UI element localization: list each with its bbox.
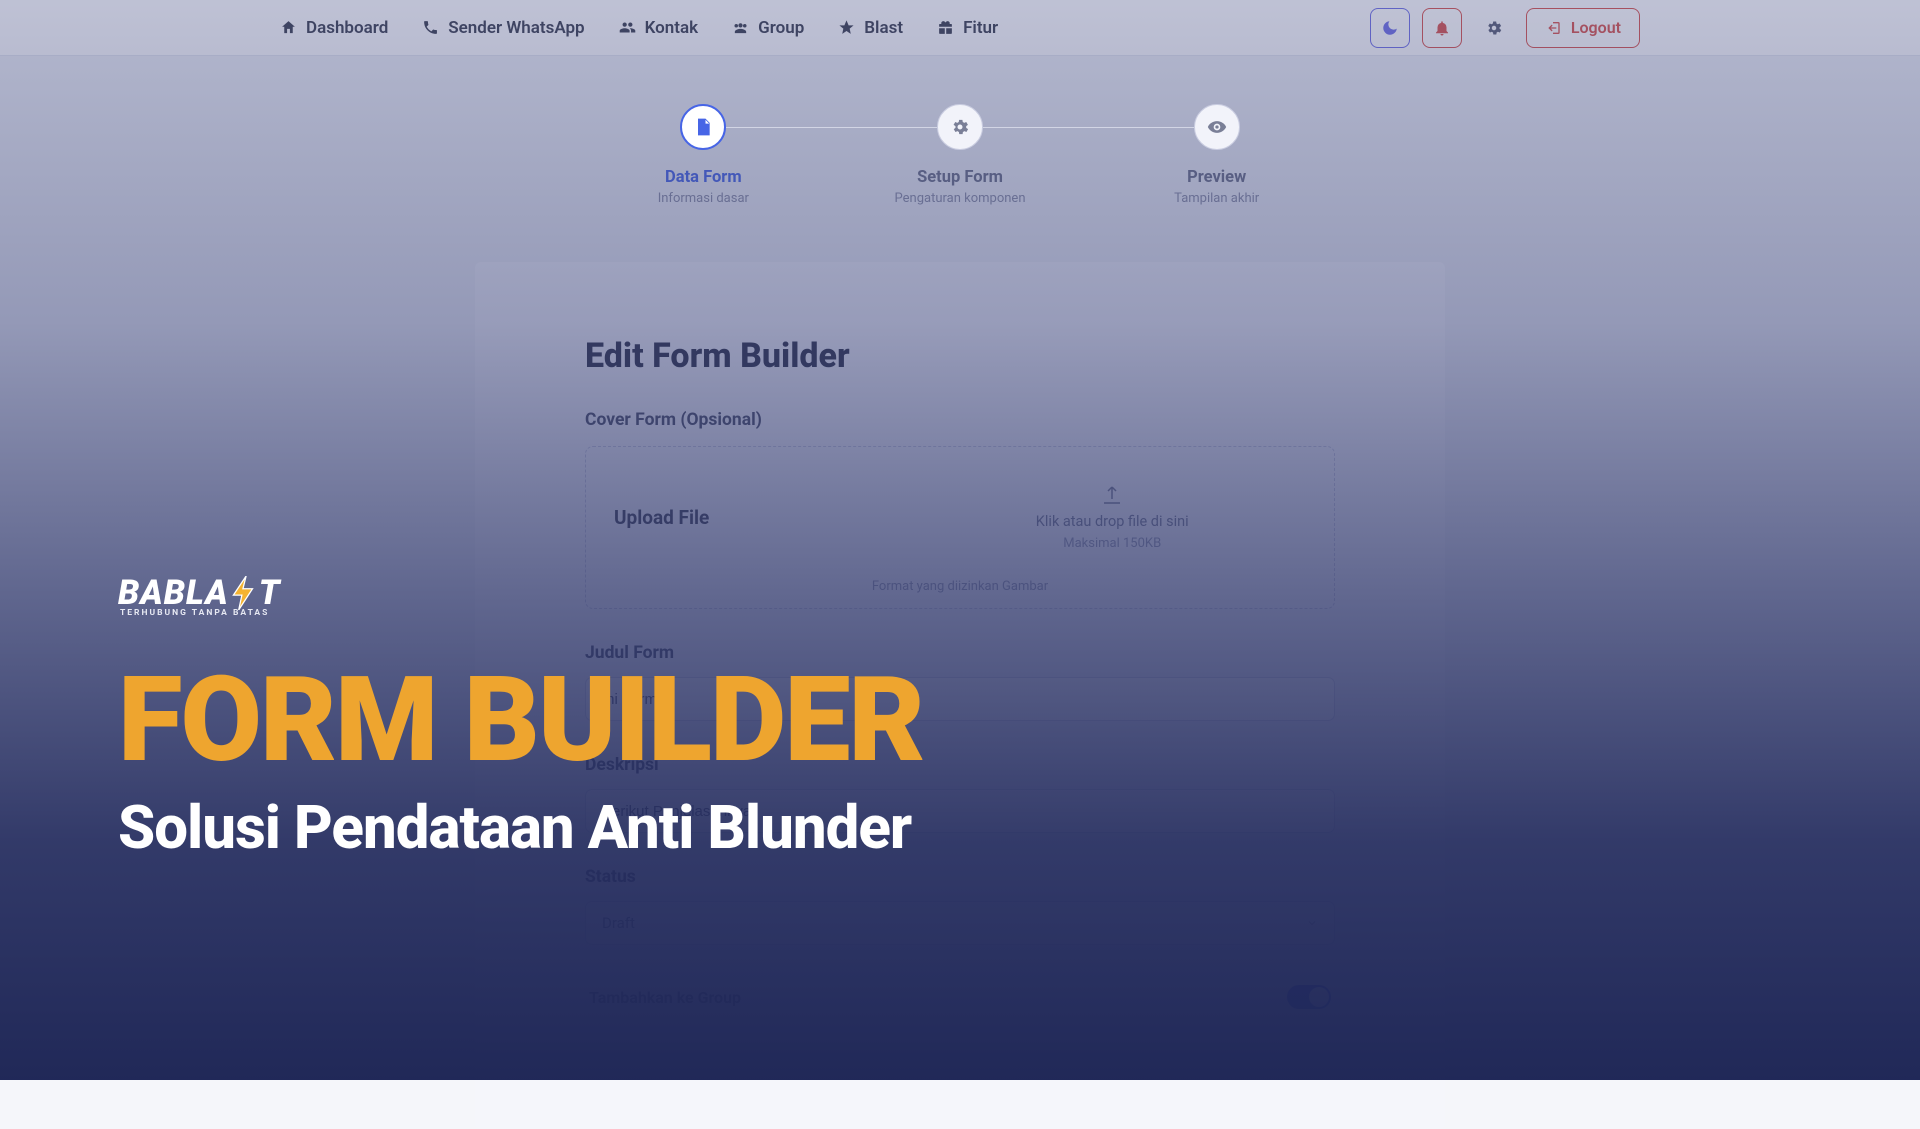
status-label: Status	[585, 867, 1335, 887]
app-screenshot: Dashboard Sender WhatsApp Kontak Group B…	[0, 0, 1920, 1080]
step-sub: Tampilan akhir	[1174, 191, 1259, 206]
step-setup-form[interactable]: Setup Form Pengaturan komponen	[832, 104, 1089, 206]
step-title: Data Form	[665, 168, 742, 187]
step-sub: Informasi dasar	[658, 191, 749, 206]
navbar: Dashboard Sender WhatsApp Kontak Group B…	[0, 0, 1920, 56]
page-title: Edit Form Builder	[585, 336, 1335, 376]
settings-button[interactable]	[1474, 8, 1514, 48]
step-circle	[680, 104, 726, 150]
chevron-down-icon	[1306, 917, 1318, 929]
step-title: Setup Form	[917, 168, 1003, 187]
upload-title: Upload File	[614, 506, 918, 529]
status-value: Draft	[602, 914, 635, 932]
nav-item-group[interactable]: Group	[732, 18, 804, 38]
logout-button[interactable]: Logout	[1526, 8, 1640, 48]
bell-icon	[1433, 19, 1451, 37]
nav-label: Dashboard	[306, 18, 388, 38]
document-icon	[693, 117, 713, 137]
nav-item-dashboard[interactable]: Dashboard	[280, 18, 388, 38]
nav-right: Logout	[1370, 8, 1640, 48]
eye-icon	[1207, 117, 1227, 137]
deskripsi-label: Deskripsi	[585, 755, 1335, 775]
stepper: Data Form Informasi dasar Setup Form Pen…	[0, 56, 1920, 206]
upload-max: Maksimal 150KB	[1063, 536, 1161, 551]
blast-icon	[838, 19, 855, 36]
settings-icon	[950, 117, 970, 137]
nav-item-blast[interactable]: Blast	[838, 18, 903, 38]
deskripsi-input[interactable]	[585, 789, 1335, 833]
theme-toggle-button[interactable]	[1370, 8, 1410, 48]
step-data-form[interactable]: Data Form Informasi dasar	[575, 104, 832, 206]
step-title: Preview	[1187, 168, 1246, 187]
nav-label: Blast	[864, 18, 903, 38]
upload-dropzone[interactable]: Upload File Klik atau drop file di sini …	[585, 446, 1335, 609]
nav-label: Fitur	[963, 18, 998, 38]
group-icon	[732, 19, 749, 36]
judul-label: Judul Form	[585, 643, 1335, 663]
moon-icon	[1381, 19, 1399, 37]
nav-label: Kontak	[645, 18, 698, 38]
nav-label: Group	[758, 18, 804, 38]
people-icon	[619, 19, 636, 36]
notifications-button[interactable]	[1422, 8, 1462, 48]
group-toggle-row: Tambahkan ke Group	[585, 985, 1335, 1009]
upload-hint: Klik atau drop file di sini	[1036, 513, 1189, 530]
phone-icon	[422, 19, 439, 36]
home-icon	[280, 19, 297, 36]
step-circle	[937, 104, 983, 150]
logout-label: Logout	[1571, 18, 1621, 37]
nav-item-fitur[interactable]: Fitur	[937, 18, 998, 38]
form-card: Edit Form Builder Cover Form (Opsional) …	[475, 262, 1445, 1129]
gift-icon	[937, 19, 954, 36]
upload-format: Format yang diizinkan Gambar	[614, 579, 1306, 594]
nav-item-whatsapp[interactable]: Sender WhatsApp	[422, 18, 584, 38]
nav-left: Dashboard Sender WhatsApp Kontak Group B…	[280, 18, 998, 38]
cover-label: Cover Form (Opsional)	[585, 410, 1335, 430]
step-circle	[1194, 104, 1240, 150]
stepper-connector	[983, 127, 1194, 128]
nav-item-kontak[interactable]: Kontak	[619, 18, 698, 38]
judul-input[interactable]	[585, 677, 1335, 721]
stepper-connector	[726, 127, 937, 128]
logout-icon	[1545, 20, 1561, 36]
step-sub: Pengaturan komponen	[895, 191, 1026, 206]
gear-icon	[1485, 19, 1503, 37]
nav-label: Sender WhatsApp	[448, 18, 584, 38]
group-toggle-label: Tambahkan ke Group	[589, 988, 741, 1007]
step-preview[interactable]: Preview Tampilan akhir	[1088, 104, 1345, 206]
status-select[interactable]: Draft	[585, 901, 1335, 945]
group-toggle[interactable]	[1287, 985, 1331, 1009]
upload-icon	[1100, 483, 1124, 507]
